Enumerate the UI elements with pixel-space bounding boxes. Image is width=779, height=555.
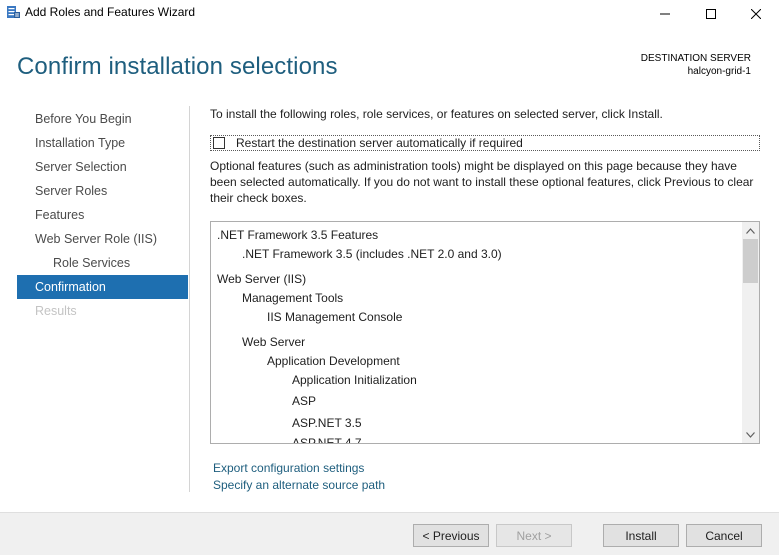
chevron-up-icon: [746, 227, 755, 234]
list-item: .NET Framework 3.5 (includes .NET 2.0 an…: [242, 247, 502, 261]
nav-item-installation-type[interactable]: Installation Type: [17, 131, 188, 155]
install-button[interactable]: Install: [603, 524, 679, 547]
destination-server-name: halcyon-grid-1: [687, 66, 751, 77]
export-configuration-link[interactable]: Export configuration settings: [213, 461, 364, 475]
restart-checkbox[interactable]: [213, 137, 225, 149]
optional-features-note: Optional features (such as administratio…: [210, 159, 754, 205]
next-button: Next >: [496, 524, 572, 547]
nav-item-features[interactable]: Features: [17, 203, 188, 227]
page-title: Confirm installation selections: [17, 53, 338, 80]
list-item: IIS Management Console: [267, 310, 403, 324]
maximize-button[interactable]: [688, 0, 734, 27]
nav-divider: [189, 106, 190, 492]
title-bar: Add Roles and Features Wizard: [0, 0, 779, 27]
maximize-icon: [706, 8, 716, 19]
scroll-up-button[interactable]: [742, 222, 759, 239]
close-button[interactable]: [733, 0, 779, 27]
window-title: Add Roles and Features Wizard: [25, 5, 196, 19]
chevron-down-icon: [746, 431, 755, 438]
nav-item-web-server-role[interactable]: Web Server Role (IIS): [17, 227, 188, 251]
wizard-window: Add Roles and Features Wizard Confirm in…: [0, 0, 779, 555]
minimize-icon: [660, 13, 670, 14]
selections-scrollbar[interactable]: [742, 222, 759, 443]
scroll-thumb[interactable]: [743, 239, 758, 283]
intro-text: To install the following roles, role ser…: [210, 107, 663, 121]
wizard-nav: Before You Begin Installation Type Serve…: [17, 107, 188, 323]
scroll-down-button[interactable]: [742, 426, 759, 443]
nav-item-confirmation[interactable]: Confirmation: [17, 275, 188, 299]
nav-item-server-selection[interactable]: Server Selection: [17, 155, 188, 179]
list-item: Management Tools: [242, 291, 344, 305]
list-item: ASP.NET 3.5: [292, 416, 362, 430]
restart-checkbox-label[interactable]: Restart the destination server automatic…: [236, 136, 523, 150]
wizard-footer: < Previous Next > Install Cancel: [0, 512, 779, 555]
restart-checkbox-row[interactable]: Restart the destination server automatic…: [210, 135, 760, 151]
close-icon: [751, 8, 761, 19]
list-item: Web Server: [242, 335, 306, 349]
alternate-source-path-link[interactable]: Specify an alternate source path: [213, 478, 385, 492]
list-item: ASP.NET 4.7: [292, 436, 362, 444]
cancel-button[interactable]: Cancel: [686, 524, 762, 547]
destination-server-label: DESTINATION SERVER: [640, 53, 751, 64]
list-item: Application Initialization: [292, 373, 417, 387]
nav-item-role-services[interactable]: Role Services: [17, 251, 188, 275]
list-item: Application Development: [267, 354, 400, 368]
list-item: Web Server (IIS): [217, 272, 307, 286]
nav-item-before-you-begin[interactable]: Before You Begin: [17, 107, 188, 131]
minimize-button[interactable]: [642, 0, 688, 27]
server-manager-icon: [7, 6, 20, 18]
nav-item-server-roles[interactable]: Server Roles: [17, 179, 188, 203]
previous-button[interactable]: < Previous: [413, 524, 489, 547]
list-item: ASP: [292, 394, 317, 408]
selections-list[interactable]: .NET Framework 3.5 Features .NET Framewo…: [210, 221, 760, 444]
nav-item-results: Results: [35, 304, 77, 318]
list-item: .NET Framework 3.5 Features: [217, 228, 379, 242]
